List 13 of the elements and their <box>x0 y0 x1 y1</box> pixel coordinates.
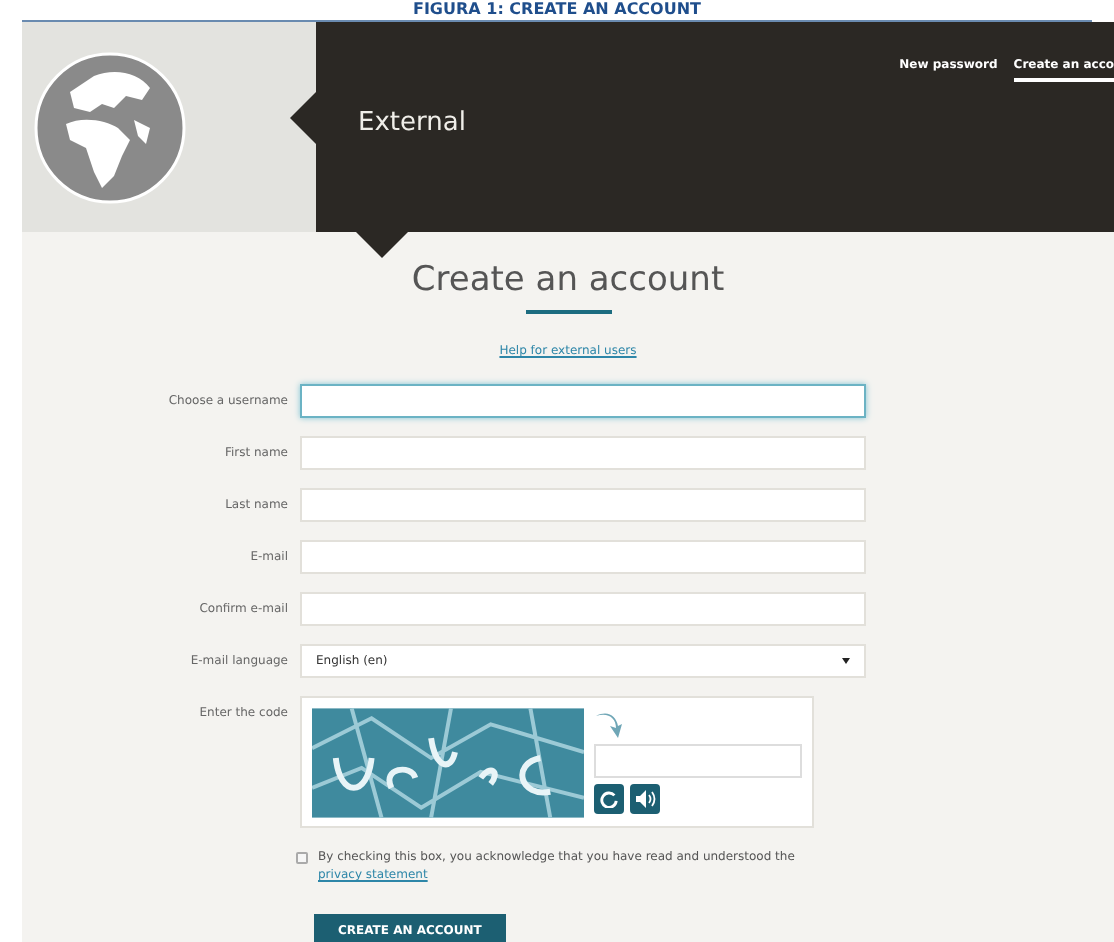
curved-arrow-icon <box>594 710 624 738</box>
text-field[interactable] <box>300 384 866 418</box>
speaker-icon <box>635 790 655 808</box>
dropdown-arrow-icon <box>842 658 850 664</box>
refresh-icon <box>600 790 618 808</box>
captcha-field[interactable] <box>594 744 802 778</box>
consent-checkbox[interactable] <box>296 852 308 864</box>
page-title: Create an account <box>411 260 725 300</box>
refresh-button[interactable] <box>594 784 624 814</box>
globe-icon <box>34 51 186 203</box>
section-title: External <box>358 106 466 142</box>
title-underline <box>525 310 611 314</box>
audio-button[interactable] <box>630 784 660 814</box>
